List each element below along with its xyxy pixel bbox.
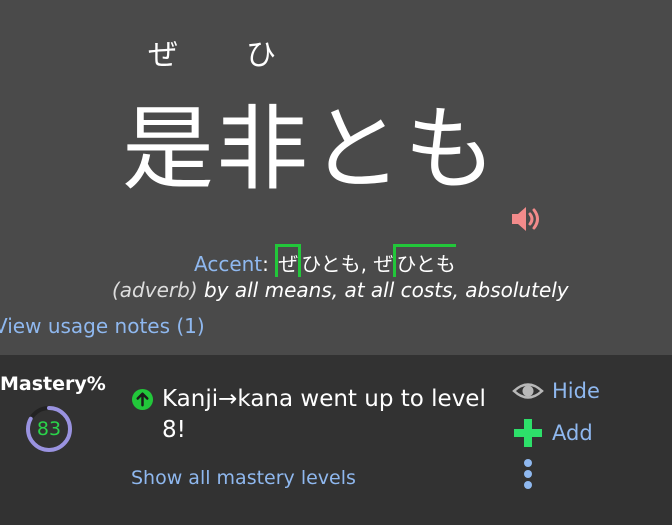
accent-line: Accent: ぜひとも, ぜひとも: [194, 244, 456, 277]
show-mastery-levels-link[interactable]: Show all mastery levels: [131, 467, 356, 489]
furigana-ze: ぜ: [148, 38, 178, 73]
meaning-text: by all means, at all costs, absolutely: [203, 278, 569, 302]
accent-low-mora: ひとも: [301, 252, 361, 276]
level-up-message: Kanji→kana went up to level 8!: [162, 386, 486, 443]
add-label: Add: [552, 421, 593, 445]
mastery-panel: Mastery% 83 Kanji→kana went up to level …: [0, 355, 672, 525]
usage-notes-link[interactable]: View usage notes (1): [0, 314, 205, 338]
eye-icon: [512, 383, 544, 399]
part-of-speech: (adverb): [112, 278, 198, 302]
mastery-title: Mastery%: [0, 373, 106, 395]
accent-label: Accent: [194, 252, 263, 276]
accent-low-mora: ぜ: [373, 252, 394, 276]
accent-high-mora: ひとも: [393, 244, 456, 277]
accent-high-mora: ぜ: [275, 244, 302, 277]
accent-separator: ,: [360, 252, 374, 276]
speaker-icon[interactable]: [509, 203, 543, 235]
plus-icon: [514, 419, 542, 447]
meaning-line: (adverb) by all means, at all costs, abs…: [112, 278, 569, 302]
furigana-hi: ひ: [246, 38, 276, 73]
hide-label: Hide: [552, 379, 600, 403]
vocab-card: ぜ ひ 是非とも Accent: ぜひとも, ぜひとも (adverb) by …: [0, 0, 672, 355]
arrow-up-icon: [131, 388, 154, 411]
hide-button[interactable]: Hide: [512, 377, 600, 405]
vocab-word: 是非とも: [122, 96, 499, 203]
add-button[interactable]: Add: [512, 419, 593, 447]
more-icon[interactable]: [522, 459, 534, 493]
mastery-value: 83: [36, 418, 62, 440]
accent-colon: :: [262, 252, 269, 276]
